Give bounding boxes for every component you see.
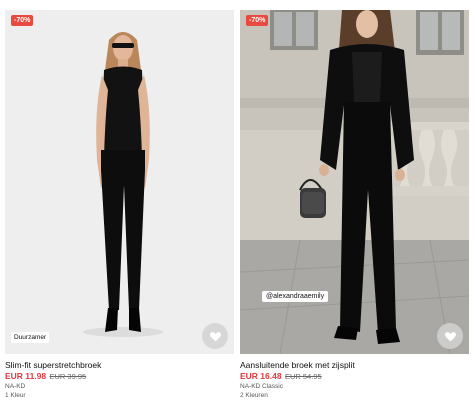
product-grid: -70% Duurzamer Slim-fit superstretchbroe… [0, 0, 475, 400]
product-title[interactable]: Aansluitende broek met zijsplit [240, 360, 469, 371]
product-card[interactable]: -70% Duurzamer Slim-fit superstretchbroe… [5, 10, 234, 400]
product-image[interactable]: -70% Duurzamer [5, 10, 234, 354]
wishlist-button[interactable] [437, 323, 463, 349]
product-card[interactable]: -70% @alexandraaemily Aansluitende broek… [240, 10, 469, 400]
product-image[interactable]: -70% @alexandraaemily [240, 10, 469, 354]
brand-name: NA-KD Classic [240, 383, 283, 390]
color-count: 1 Kleur [5, 392, 26, 399]
model-photo [240, 10, 469, 354]
product-info: Slim-fit superstretchbroek EUR 11.98 EUR… [5, 354, 234, 400]
heart-icon [209, 331, 221, 341]
influencer-tag[interactable]: @alexandraaemily [262, 291, 329, 302]
price-row: EUR 16.48 EUR 54.95 [240, 371, 469, 382]
color-count: 2 Kleuren [240, 392, 268, 399]
original-price: EUR 54.95 [284, 372, 322, 381]
heart-icon [444, 331, 456, 341]
discount-badge: -70% [246, 15, 269, 26]
sale-price: EUR 11.98 [5, 371, 47, 381]
original-price: EUR 39.95 [49, 372, 87, 381]
price-row: EUR 11.98 EUR 39.95 [5, 371, 234, 382]
product-title[interactable]: Slim-fit superstretchbroek [5, 360, 234, 371]
wishlist-button[interactable] [202, 323, 228, 349]
sustainability-tag: Duurzamer [11, 332, 50, 343]
product-info: Aansluitende broek met zijsplit EUR 16.4… [240, 354, 469, 400]
discount-badge: -70% [11, 15, 34, 26]
model-photo [5, 10, 234, 354]
brand-name: NA-KD [5, 383, 26, 390]
sale-price: EUR 16.48 [240, 371, 282, 381]
